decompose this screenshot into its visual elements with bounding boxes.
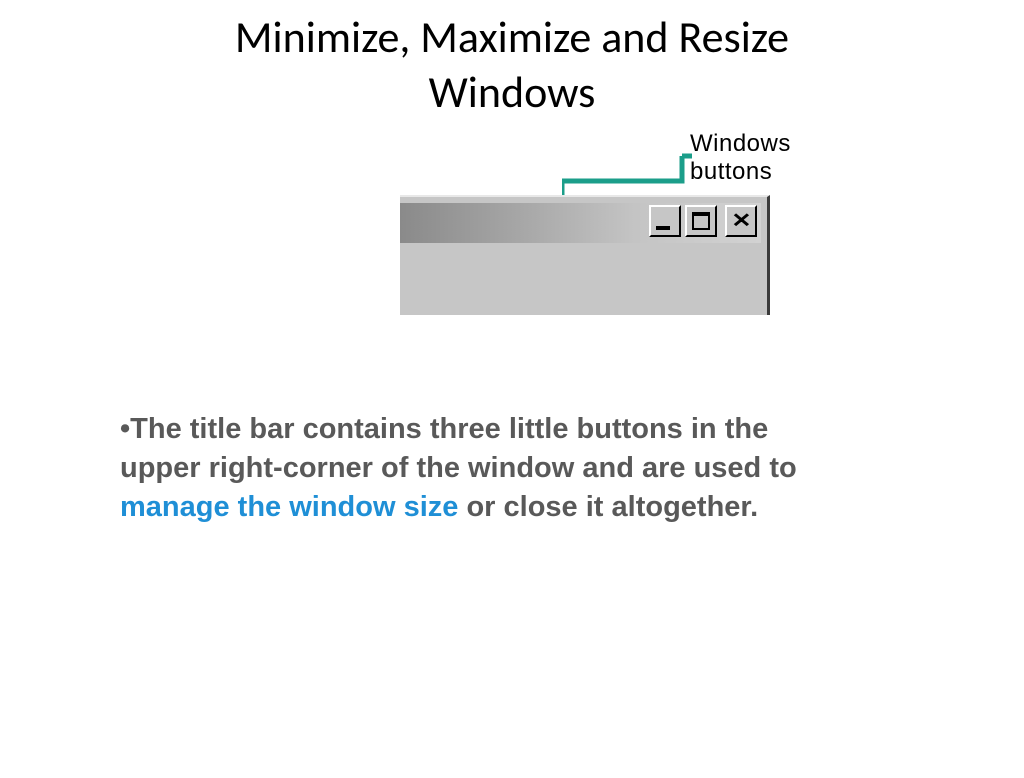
slide-title: Minimize, Maximize and Resize Windows — [0, 10, 1024, 120]
close-icon: ✕ — [731, 211, 751, 231]
body-highlight: manage the window size — [120, 491, 458, 523]
body-part-1: The title bar contains three little butt… — [120, 413, 797, 484]
close-button[interactable]: ✕ — [725, 205, 757, 237]
window-titlebar-mock: ✕ — [400, 195, 770, 315]
minimize-button[interactable] — [649, 205, 681, 237]
body-part-2: or close it altogether. — [458, 491, 758, 523]
title-line-2: Windows — [429, 65, 596, 119]
titlebar-illustration: Windows buttons ✕ — [400, 130, 870, 320]
maximize-icon — [692, 212, 710, 230]
body-paragraph: •The title bar contains three little but… — [120, 410, 800, 527]
window-buttons-group: ✕ — [649, 205, 757, 237]
bullet-glyph: • — [120, 413, 130, 445]
minimize-icon — [656, 226, 670, 230]
bracket-connector-icon — [562, 151, 717, 196]
title-line-1: Minimize, Maximize and Resize — [235, 10, 789, 64]
maximize-button[interactable] — [685, 205, 717, 237]
callout-label: Windows buttons — [690, 130, 870, 186]
